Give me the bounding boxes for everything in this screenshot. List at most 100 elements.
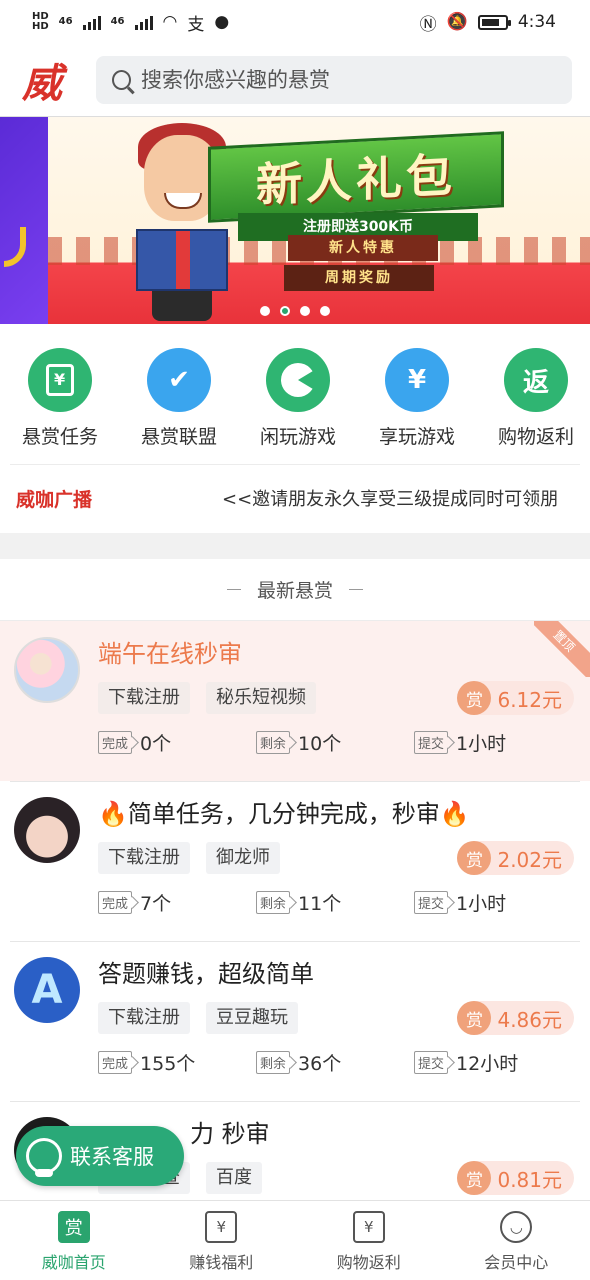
reward-amount: 2.02元 [497,847,562,872]
stat-label-remaining: 剩余 [256,890,291,914]
quick-nav-reward-tasks[interactable]: 悬赏任务 [12,348,108,464]
tab-label: 赚钱福利 [189,1253,254,1272]
banner-headline-sign: 新人礼包 [208,131,504,223]
task-title: 答题赚钱，超级简单 [98,960,314,988]
stat-label-done: 完成 [98,1050,133,1074]
headset-icon [26,1138,62,1177]
banner-pagination [0,306,590,316]
stat-done: 0个 [140,732,172,755]
money-envelope-icon: ¥ [205,1211,238,1243]
mute-icon: 🔕 [446,12,468,32]
stat-remaining: 11个 [298,892,342,915]
ticket-icon: ¥ [352,1211,385,1243]
status-bar: HD HD 46 46 ◠ 支 ● Ⓝ 🔕 4:34 [0,0,590,44]
reward-icon: 赏 [457,841,492,875]
promo-banner[interactable]: 新人礼包 注册即送300K币 新人特惠 周期奖励 [0,116,590,324]
stat-remaining: 10个 [298,732,342,755]
task-tag-type: 下载注册 [98,842,190,874]
avatar: A [14,957,80,1023]
task-tag-type: 下载注册 [98,1002,190,1034]
clipboard-check-icon: ✔ [147,348,211,412]
avatar [14,797,80,863]
quick-nav-label: 享玩游戏 [378,426,455,448]
section-gap [0,533,590,559]
stat-submit: 1小时 [456,892,507,915]
tab-label: 购物返利 [336,1253,401,1272]
section-header: 最新悬赏 [0,559,590,621]
task-tag-app: 御龙师 [206,842,280,874]
task-tag-type: 下载注册 [98,682,190,714]
stat-label-submit: 提交 [414,730,449,754]
quick-nav-casual-games[interactable]: 闲玩游戏 [250,348,346,464]
reward-icon: 赏 [457,681,492,715]
section-title: 最新悬赏 [256,580,333,602]
stat-submit: 12小时 [456,1052,519,1075]
tab-shopping-rebate[interactable]: ¥ 购物返利 [295,1201,443,1280]
network-1: 46 [58,16,73,27]
banner-dot-1[interactable] [260,306,270,316]
banner-slide[interactable]: 新人礼包 注册即送300K币 新人特惠 周期奖励 [48,117,590,324]
pinned-label: 置顶 [534,621,590,677]
stat-label-remaining: 剩余 [256,730,291,754]
reward-badge: 赏 6.12元 [457,681,574,715]
reward-amount: 6.12元 [497,687,562,712]
clock: 4:34 [517,12,556,32]
stat-done: 7个 [140,892,172,915]
banner-ribbon-1: 新人特惠 [288,235,438,261]
tab-label: 威咖首页 [41,1253,106,1272]
search-input[interactable] [140,68,572,92]
reward-home-icon: 赏 [57,1211,90,1243]
tab-home[interactable]: 赏 威咖首页 [0,1201,148,1280]
banner-dot-3[interactable] [300,306,310,316]
banner-headline: 新人礼包 [256,147,456,213]
task-tag-app: 百度 [206,1162,262,1194]
search-icon [112,70,131,90]
reward-amount: 4.86元 [497,1007,562,1032]
tab-label: 会员中心 [484,1253,549,1272]
stat-submit: 1小时 [456,732,507,755]
search-bar[interactable] [96,56,572,104]
task-item[interactable]: 端午在线秒审 下载注册 秘乐短视频 赏 6.12元 完成 0个 剩余 10个 提交 1… [0,621,590,781]
reward-badge: 赏 0.81元 [457,1161,574,1195]
task-item[interactable]: A 答题赚钱，超级简单 下载注册 豆豆趣玩 赏 4.86元 完成 155个 剩余 3… [0,941,590,1101]
pacman-icon [266,348,330,412]
task-item[interactable]: 🔥简单任务，几分钟完成，秒审🔥 下载注册 御龙师 赏 2.02元 完成 7个 剩余… [0,781,590,941]
quick-nav-label: 悬赏联盟 [140,426,217,448]
hd-indicator: HD HD [32,11,49,32]
battery-icon [477,14,511,30]
quick-nav-label: 购物返利 [497,426,574,448]
quick-nav-shopping-rebate[interactable]: 返 购物返利 [488,348,584,464]
bottom-tab-bar: 赏 威咖首页 ¥ 赚钱福利 ¥ 购物返利 ◡ 会员中心 [0,1200,590,1280]
header: 威 [0,44,590,116]
banner-ribbon-2: 周期奖励 [284,265,434,291]
quick-nav-reward-alliance[interactable]: ✔ 悬赏联盟 [131,348,227,464]
task-title: 🔥简单任务，几分钟完成，秒审🔥 [98,800,470,828]
broadcast-bar[interactable]: 威咖广播 <<邀请朋友永久享受三级提成同时可领朋 [0,465,590,531]
banner-dot-4[interactable] [320,306,330,316]
wifi-icon: ◠ [162,12,178,32]
pinned-corner-badge: 置顶 [534,621,590,677]
stat-label-remaining: 剩余 [256,1050,291,1074]
banner-dot-2[interactable] [280,306,290,316]
app-logo[interactable]: 威 [22,51,74,109]
quick-nav-enjoy-games[interactable]: ¥ 享玩游戏 [369,348,465,464]
task-title: 端午在线秒审 [98,640,242,668]
tab-earn-benefits[interactable]: ¥ 赚钱福利 [148,1201,296,1280]
contact-support-label: 联系客服 [70,1145,154,1169]
stat-remaining: 36个 [298,1052,342,1075]
status-left: HD HD 46 46 ◠ 支 ● [32,10,229,35]
wechat-icon: ● [214,12,230,32]
broadcast-title: 威咖广播 [16,488,93,511]
network-2: 46 [110,16,125,27]
reward-amount: 0.81元 [497,1167,562,1192]
nfc-icon: Ⓝ [419,14,437,35]
tab-member-center[interactable]: ◡ 会员中心 [443,1201,590,1280]
alipay-icon: 支 [187,14,205,35]
banner-prev-slide[interactable] [0,117,48,324]
rebate-icon: 返 [504,348,568,412]
user-icon: ◡ [500,1211,533,1243]
contact-support-button[interactable]: 联系客服 [16,1126,184,1186]
broadcast-text[interactable]: <<邀请朋友永久享受三级提成同时可领朋 [222,485,576,511]
signal-2-icon [134,14,153,30]
quick-nav: 悬赏任务 ✔ 悬赏联盟 闲玩游戏 ¥ 享玩游戏 返 购物返利 [0,324,590,464]
